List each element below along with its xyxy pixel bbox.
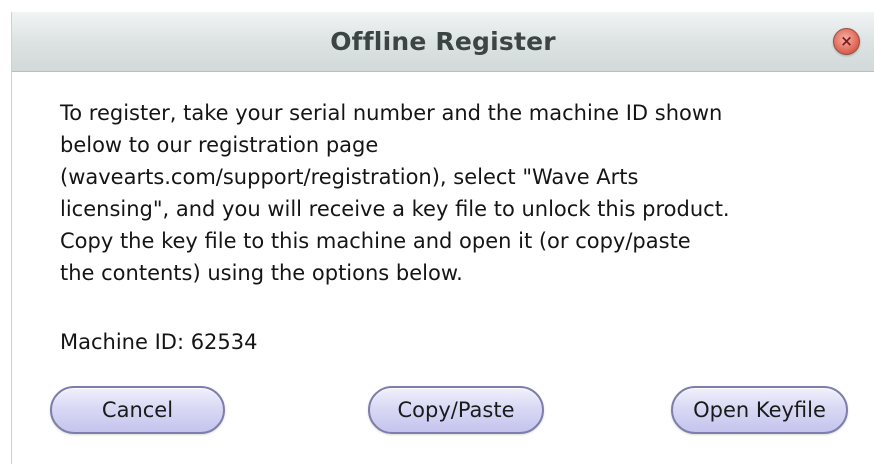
- instructions-line: the contents) using the options below.: [60, 261, 463, 285]
- close-icon: ×: [840, 32, 853, 50]
- open-keyfile-button[interactable]: Open Keyfile: [671, 386, 848, 434]
- dialog-titlebar: Offline Register ×: [12, 12, 874, 72]
- dialog-title: Offline Register: [330, 27, 556, 56]
- instructions-line: Copy the key file to this machine and op…: [60, 229, 691, 253]
- cancel-button[interactable]: Cancel: [50, 386, 225, 434]
- instructions-line: below to our registration page: [60, 133, 379, 157]
- instructions-text: To register, take your serial number and…: [60, 97, 860, 289]
- close-button[interactable]: ×: [833, 28, 860, 55]
- copy-paste-button[interactable]: Copy/Paste: [368, 386, 544, 434]
- offline-register-dialog: Offline Register × To register, take you…: [11, 12, 874, 464]
- machine-id-label: Machine ID: 62534: [60, 330, 258, 354]
- instructions-line: licensing", and you will receive a key f…: [60, 197, 730, 221]
- instructions-line: To register, take your serial number and…: [60, 101, 723, 125]
- instructions-line: (wavearts.com/support/registration), sel…: [60, 165, 639, 189]
